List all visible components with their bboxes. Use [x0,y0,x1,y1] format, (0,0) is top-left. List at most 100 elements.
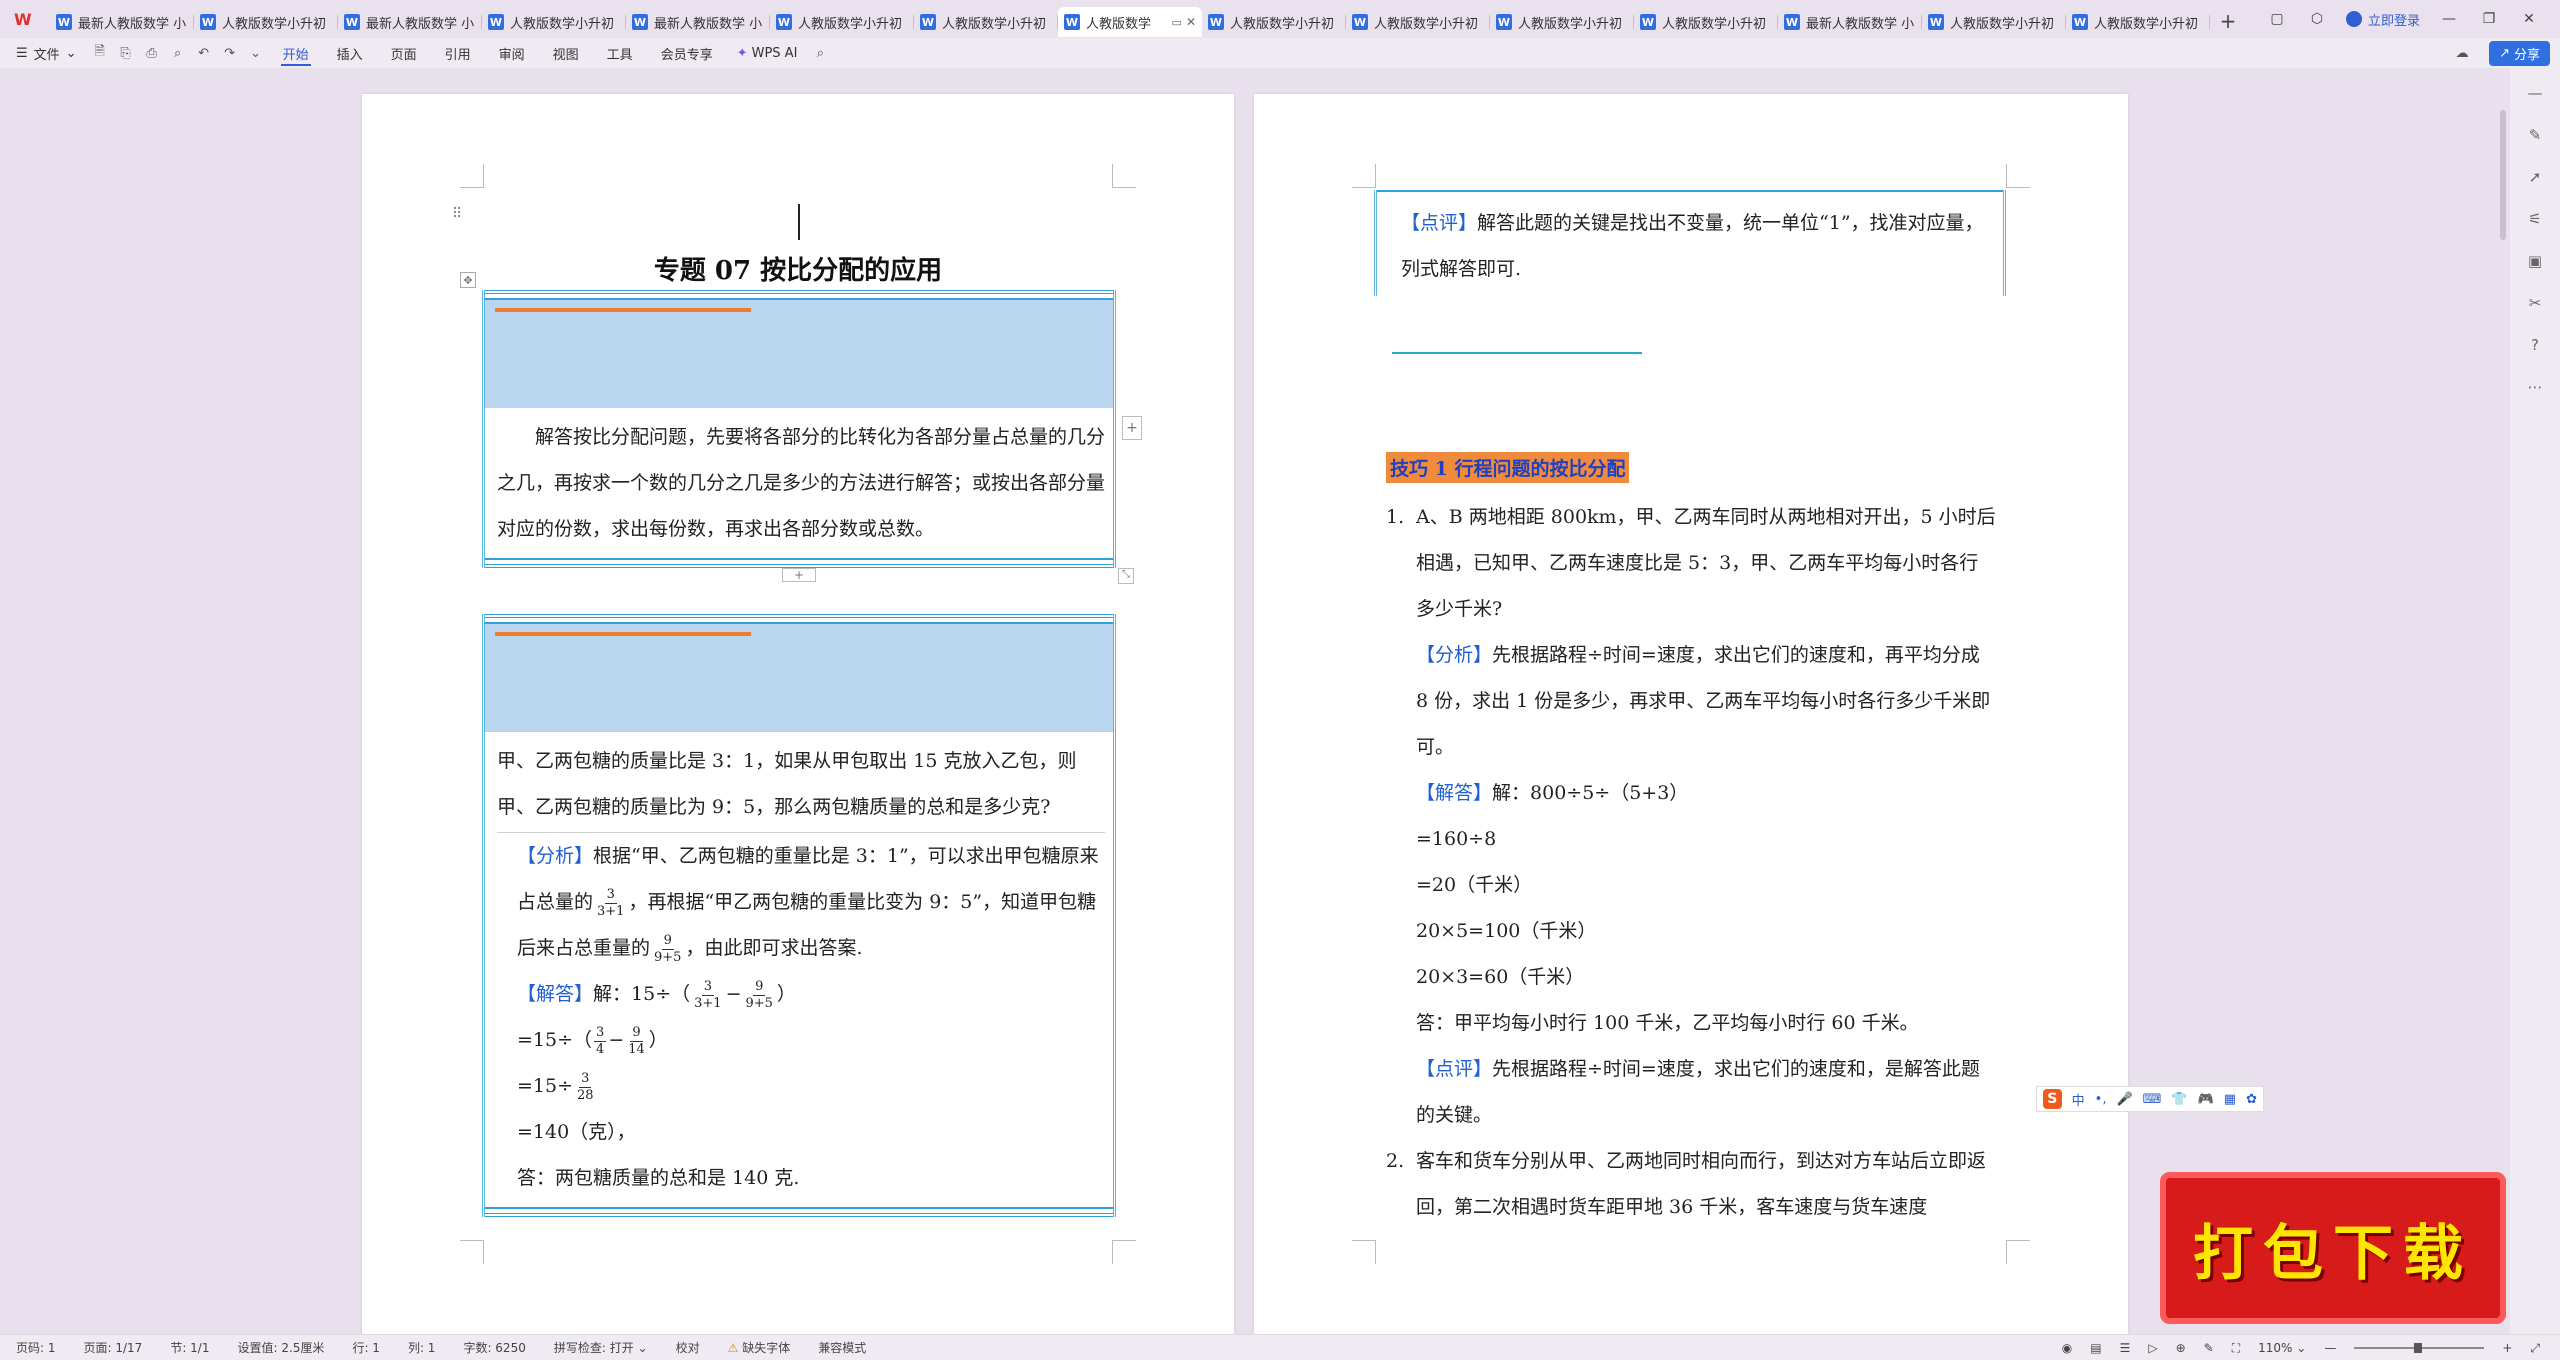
download-banner[interactable]: 打包下载 [2160,1172,2506,1324]
menu-view[interactable]: 视图 [539,38,593,68]
drag-handle-icon[interactable]: ⠿ [452,206,462,222]
document-tab[interactable]: W 人教版数学小升初 [1202,7,1346,37]
fullscreen-icon[interactable]: ⤢ [2530,1341,2540,1356]
status-col[interactable]: 列: 1 [408,1339,436,1356]
cursor-icon[interactable]: ➚ [2524,168,2546,190]
keyboard-icon[interactable]: ⌨ [2143,1092,2162,1107]
microphone-icon[interactable]: 🎤 [2116,1092,2132,1107]
tools-icon[interactable]: ✂ [2524,294,2546,316]
status-compat[interactable]: 兼容模式 [818,1339,866,1356]
print-icon[interactable]: ⎙ [139,46,165,61]
close-window-icon[interactable]: ✕ [2518,11,2540,27]
document-tab[interactable]: W 最新人教版数学 小 [338,7,482,37]
screen-icon[interactable]: ▭ [1172,16,1182,29]
resize-icon[interactable]: ⤡ [1118,568,1134,584]
toolbox-icon[interactable]: ▦ [2224,1092,2236,1107]
status-row[interactable]: 行: 1 [352,1339,380,1356]
redo-icon[interactable]: ↷ [217,46,243,61]
status-section[interactable]: 节: 1/1 [170,1339,209,1356]
login-button[interactable]: 立即登录 [2345,10,2420,29]
eye-icon[interactable]: ◉ [2062,1341,2072,1355]
close-tab-icon[interactable]: ✕ [1186,15,1196,29]
game-icon[interactable]: 🎮 [2198,1092,2214,1107]
document-tab[interactable]: W 人教版数学小升初 [1922,7,2066,37]
cloud-icon[interactable]: ☁ [2449,46,2475,61]
punctuation-icon[interactable]: •, [2095,1092,2107,1107]
crop-mark [1352,164,1376,188]
menu-tools[interactable]: 工具 [593,38,647,68]
restore-icon[interactable]: ❐ [2478,11,2500,27]
document-tab[interactable]: W 人教版数学小升初 [914,7,1058,37]
vertical-scrollbar[interactable] [2500,110,2506,240]
status-words[interactable]: 字数: 6250 [463,1339,525,1356]
word-doc-icon: W [1640,14,1656,30]
crop-mark [1112,1240,1136,1264]
export-icon[interactable]: ⎘ [113,46,139,61]
document-tab[interactable]: W 人教版数学小升初 [2066,7,2210,37]
status-setting[interactable]: 设置值: 2.5厘米 [237,1339,324,1356]
play-icon[interactable]: ▷ [2148,1341,2157,1355]
document-tab[interactable]: W 人教版数学小升初 [770,7,914,37]
menu-insert[interactable]: 插入 [323,38,377,68]
document-tab[interactable]: W 最新人教版数学 小 [1778,7,1922,37]
minus-icon[interactable]: — [2524,84,2546,106]
settings-icon[interactable]: ✿ [2246,1092,2257,1107]
image-icon[interactable]: ▣ [2524,252,2546,274]
page-view-icon[interactable]: ▤ [2090,1341,2101,1355]
menu-reference[interactable]: 引用 [431,38,485,68]
zoom-level[interactable]: 110% ⌄ [2258,1341,2306,1355]
file-menu[interactable]: ☰ 文件 ⌄ [0,44,87,63]
document-page-1[interactable]: ⠿ 专题 07 按比分配的应用 ✥ 解答按比分配问题，先要将各部分的比转化为各部… [362,94,1234,1334]
fit-icon[interactable]: ⛶ [2232,1341,2240,1356]
document-workspace[interactable]: ⠿ 专题 07 按比分配的应用 ✥ 解答按比分配问题，先要将各部分的比转化为各部… [0,68,2510,1334]
save-icon[interactable]: 🗎 [87,42,113,64]
more-chevron-icon[interactable]: ⌄ [243,46,269,61]
search-icon[interactable]: ⌕ [807,46,833,61]
minimize-icon[interactable]: — [2438,11,2460,27]
status-missing-font[interactable]: ⚠ 缺失字体 [728,1339,791,1356]
document-tab[interactable]: W 最新人教版数学 小 [626,7,770,37]
print-preview-icon[interactable]: ⌕ [165,46,191,61]
web-view-icon[interactable]: ⊕ [2176,1341,2186,1355]
undo-icon[interactable]: ↶ [191,46,217,61]
document-tab[interactable]: W 人教版数学小升初 [1346,7,1490,37]
cube-icon[interactable]: ⬡ [2306,11,2328,27]
document-tab-active[interactable]: W 人教版数学 ▭ ✕ [1058,7,1202,37]
menu-page[interactable]: 页面 [377,38,431,68]
edit-icon[interactable]: ✎ [2204,1341,2214,1355]
ime-toolbar[interactable]: S 中 •, 🎤 ⌨ 👕 🎮 ▦ ✿ [2036,1086,2264,1112]
status-proof[interactable]: 校对 [676,1339,700,1356]
window-icon[interactable]: ▢ [2266,11,2288,27]
zoom-in-icon[interactable]: + [2502,1341,2512,1355]
ime-mode[interactable]: 中 [2072,1090,2085,1109]
menu-start[interactable]: 开始 [269,38,323,68]
zoom-slider[interactable] [2354,1343,2485,1353]
menu-review[interactable]: 审阅 [485,38,539,68]
wps-logo-icon[interactable]: W [0,0,50,38]
pen-icon[interactable]: ✎ [2524,126,2546,148]
document-tab[interactable]: W 最新人教版数学 小 [50,7,194,37]
menu-member[interactable]: 会员专享 [647,38,727,68]
document-tab[interactable]: W 人教版数学小升初 [1634,7,1778,37]
status-right: ◉ ▤ ☰ ▷ ⊕ ✎ ⛶ 110% ⌄ — + ⤢ [2062,1335,2540,1360]
document-tab[interactable]: W 人教版数学小升初 [194,7,338,37]
status-spellcheck[interactable]: 拼写检查: 打开 ⌄ [554,1339,648,1356]
wps-ai-button[interactable]: ✦ WPS AI [727,46,808,61]
document-tab[interactable]: W 人教版数学小升初 [1490,7,1634,37]
sliders-icon[interactable]: ⚟ [2524,210,2546,232]
status-page-no[interactable]: 页码: 1 [16,1339,56,1356]
help-icon[interactable]: ? [2524,336,2546,358]
outline-view-icon[interactable]: ☰ [2120,1341,2131,1355]
zoom-out-icon[interactable]: — [2324,1341,2336,1355]
add-column-icon[interactable]: + [1122,416,1142,440]
document-page-2[interactable]: 【点评】解答此题的关键是找出不变量，统一单位“1”，找准对应量，列式解答即可. … [1254,94,2128,1334]
add-row-icon[interactable]: + [782,568,816,582]
share-button[interactable]: ↗ 分享 [2489,40,2550,66]
skin-icon[interactable]: 👕 [2171,1092,2187,1107]
more-icon[interactable]: ⋯ [2524,378,2546,400]
table-move-icon[interactable]: ✥ [460,272,476,288]
document-tab[interactable]: W 人教版数学小升初 [482,7,626,37]
new-tab-button[interactable]: + [2210,6,2246,36]
zoom-thumb[interactable] [2414,1343,2423,1353]
status-pages[interactable]: 页面: 1/17 [84,1339,143,1356]
